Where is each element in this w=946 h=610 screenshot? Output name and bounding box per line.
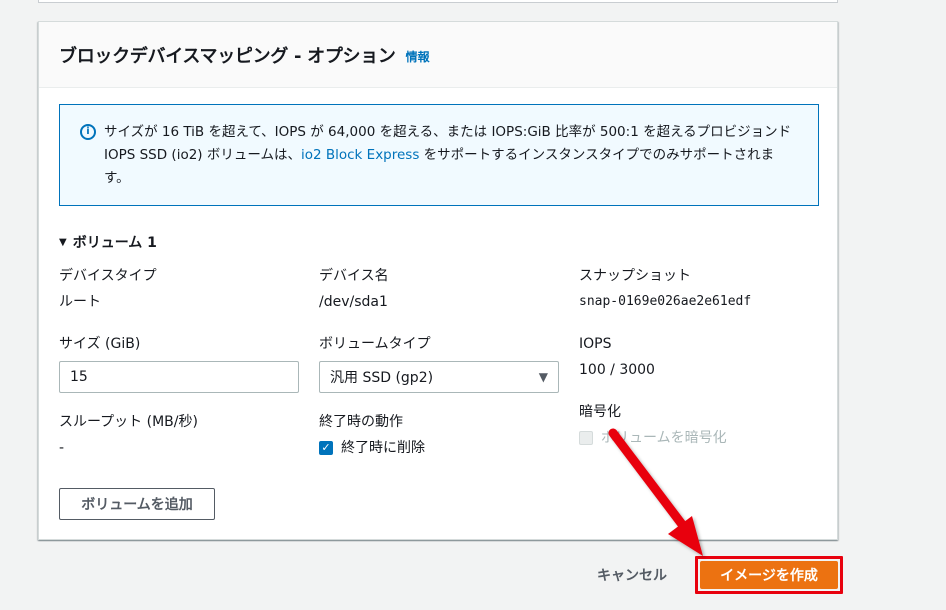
caret-down-icon: ▼ [59, 236, 67, 248]
delete-on-termination-label: 終了時に削除 [341, 440, 425, 456]
device-name-field: デバイス名 /dev/sda1 [319, 267, 389, 311]
previous-panel-edge [38, 0, 838, 3]
device-type-field: デバイスタイプ ルート [59, 267, 157, 311]
volume-header-label: ボリューム 1 [72, 235, 157, 251]
info-alert: i サイズが 16 TiB を超えて、IOPS が 64,000 を超える、また… [59, 104, 819, 206]
size-label: サイズ (GiB) [59, 336, 141, 352]
dropdown-caret-icon: ▼ [538, 370, 548, 384]
volume-type-select[interactable]: 汎用 SSD (gp2) ▼ [319, 361, 559, 393]
section-title: ブロックデバイスマッピング - オプション [59, 45, 396, 67]
termination-label: 終了時の動作 [319, 414, 403, 430]
add-volume-button[interactable]: ボリュームを追加 [59, 488, 215, 520]
encryption-field: 暗号化 ボリュームを暗号化 [579, 403, 727, 447]
snapshot-field: スナップショット snap-0169e026ae2e61edf [579, 267, 751, 311]
device-type-value: ルート [59, 294, 101, 310]
throughput-field: スループット (MB/秒) - [59, 413, 198, 457]
encrypt-volume-label: ボリュームを暗号化 [601, 430, 727, 446]
checkmark-icon: ✓ [319, 441, 333, 455]
delete-on-termination-checkbox[interactable]: ✓ 終了時に削除 [319, 439, 425, 457]
encryption-label: 暗号化 [579, 404, 621, 420]
device-name-value: /dev/sda1 [319, 294, 388, 310]
volume-type-value: 汎用 SSD (gp2) [330, 370, 434, 386]
create-image-button[interactable]: イメージを作成 [700, 561, 838, 589]
throughput-label: スループット (MB/秒) [59, 414, 198, 430]
iops-label: IOPS [579, 336, 612, 352]
iops-field: IOPS 100 / 3000 [579, 335, 655, 379]
io2-block-express-link[interactable]: io2 Block Express [301, 147, 419, 163]
encrypt-volume-checkbox[interactable]: ボリュームを暗号化 [579, 429, 727, 447]
checkbox-empty-icon [579, 431, 593, 445]
panel-header: ブロックデバイスマッピング - オプション 情報 [39, 22, 837, 88]
device-type-label: デバイスタイプ [59, 268, 157, 284]
volume-type-field: ボリュームタイプ 汎用 SSD (gp2) ▼ [319, 335, 559, 393]
throughput-value: - [59, 440, 65, 456]
snapshot-value: snap-0169e026ae2e61edf [579, 294, 752, 309]
volume-type-label: ボリュームタイプ [319, 336, 431, 352]
size-field: サイズ (GiB) [59, 335, 299, 393]
info-link[interactable]: 情報 [406, 48, 430, 65]
termination-field: 終了時の動作 ✓ 終了時に削除 [319, 413, 425, 457]
cancel-button[interactable]: キャンセル [590, 562, 674, 588]
info-icon: i [80, 124, 96, 140]
block-device-mapping-panel: ブロックデバイスマッピング - オプション 情報 i サイズが 16 TiB を… [38, 21, 838, 540]
device-name-label: デバイス名 [319, 268, 389, 284]
volume-expander[interactable]: ▼ ボリューム 1 [59, 232, 157, 252]
size-input[interactable] [59, 361, 299, 393]
iops-value: 100 / 3000 [579, 362, 655, 378]
snapshot-label: スナップショット [579, 268, 691, 284]
